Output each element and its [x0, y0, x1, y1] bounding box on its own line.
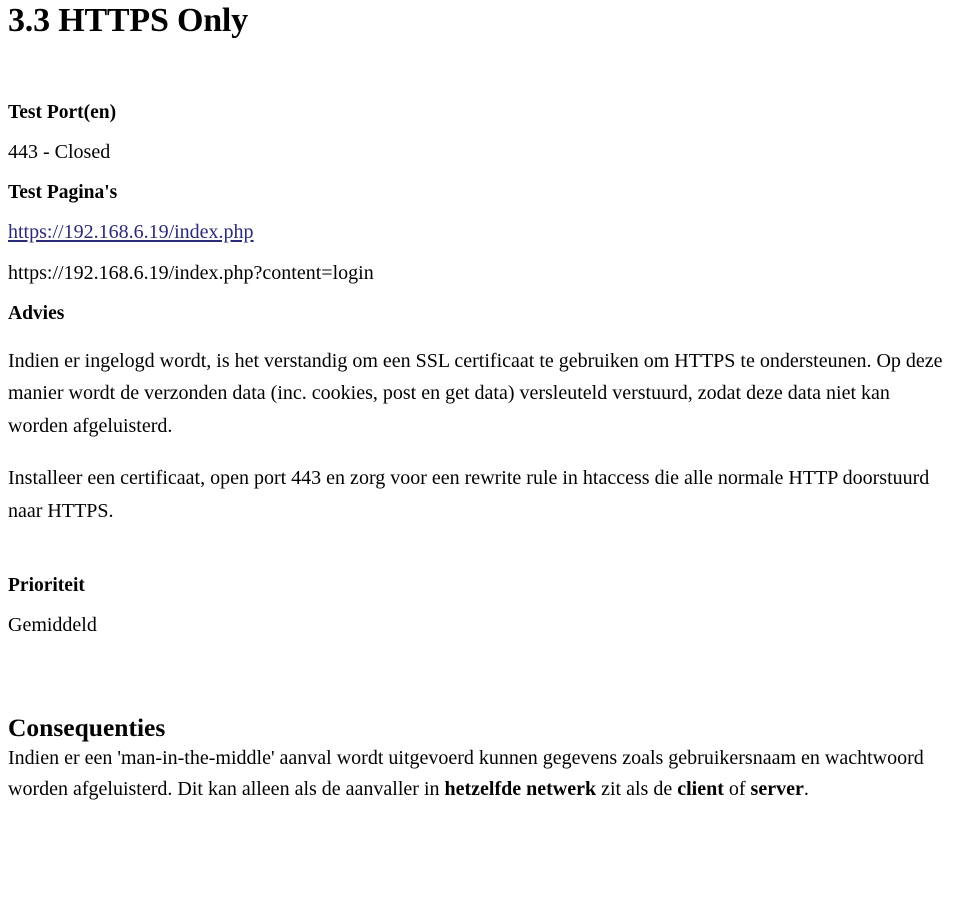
spacer-after-title [8, 38, 953, 102]
document-content: 3.3 HTTPS Only Test Port(en) 443 - Close… [0, 0, 959, 805]
consequenties-bold-client: client [677, 777, 724, 800]
test-page-plain-url: https://192.168.6.19/index.php?content=l… [8, 262, 374, 285]
test-port-value: 443 - Closed [8, 141, 111, 164]
consequenties-text-4: . [803, 777, 809, 800]
page-title: 3.3 HTTPS Only [8, 2, 248, 39]
heading-consequenties: Consequenties [8, 713, 166, 743]
test-page-link[interactable]: https://192.168.6.19/index.php [8, 221, 254, 243]
heading-test-ports: Test Port(en) [8, 102, 117, 123]
prioriteit-value: Gemiddeld [8, 614, 97, 637]
consequenties-bold-network: hetzelfde netwerk [444, 777, 597, 800]
consequenties-text-2: zit als de [596, 777, 678, 800]
spacer-section [8, 527, 953, 575]
advies-paragraph-1: Indien er ingelogd wordt, is het verstan… [8, 350, 943, 437]
consequenties-text-3: of [723, 777, 751, 800]
consequenties-bold-server: server [750, 777, 804, 800]
heading-test-pages: Test Pagina's [8, 182, 118, 204]
test-page-link-row: https://192.168.6.19/index.php [8, 221, 953, 245]
heading-prioriteit: Prioriteit [8, 575, 85, 596]
document-page: 3.3 HTTPS Only Test Port(en) 443 - Close… [0, 0, 959, 901]
advies-paragraph-2: Installeer een certificaat, open port 44… [8, 467, 930, 522]
heading-advies: Advies [8, 302, 65, 324]
spacer-before-consequenties [8, 638, 953, 714]
consequenties-paragraph: Indien er een 'man-in-the-middle' aanval… [8, 743, 953, 805]
